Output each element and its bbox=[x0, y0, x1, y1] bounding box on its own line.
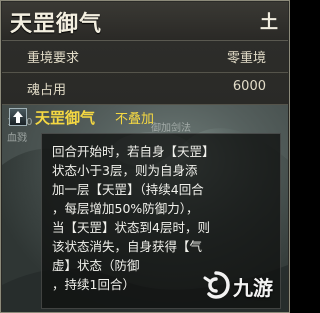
scene-label-left: 血戮 bbox=[7, 133, 27, 144]
skill-stack-tag: 不叠加 bbox=[115, 112, 155, 127]
soul-cost-label: 魂占用 bbox=[27, 83, 67, 98]
skill-header: 天罡御气 不叠加 bbox=[5, 106, 287, 128]
requirement-label: 重境要求 bbox=[27, 51, 80, 66]
requirement-value: 零重境 bbox=[226, 51, 266, 66]
skill-title: 天罡御气 bbox=[10, 12, 103, 37]
tooltip-title-bar: 天罡御气 土 bbox=[2, 2, 288, 41]
skill-header-name: 天罡御气 bbox=[35, 109, 96, 127]
soul-cost-value: 6000 bbox=[232, 79, 266, 94]
requirement-row: 重境要求 零重境 bbox=[2, 41, 288, 73]
soul-cost-row: 魂占用 6000 bbox=[2, 73, 288, 105]
watermark: 九游 bbox=[201, 270, 275, 300]
skill-tooltip: 天罡御气 土 重境要求 零重境 魂占用 6000 1100 血戮 御加剑法 bbox=[0, 0, 290, 313]
watermark-text: 九游 bbox=[233, 276, 273, 300]
skill-arrow-icon bbox=[9, 108, 27, 126]
jiuyou-logo-icon bbox=[203, 271, 230, 299]
element-badge: 土 bbox=[260, 12, 278, 33]
